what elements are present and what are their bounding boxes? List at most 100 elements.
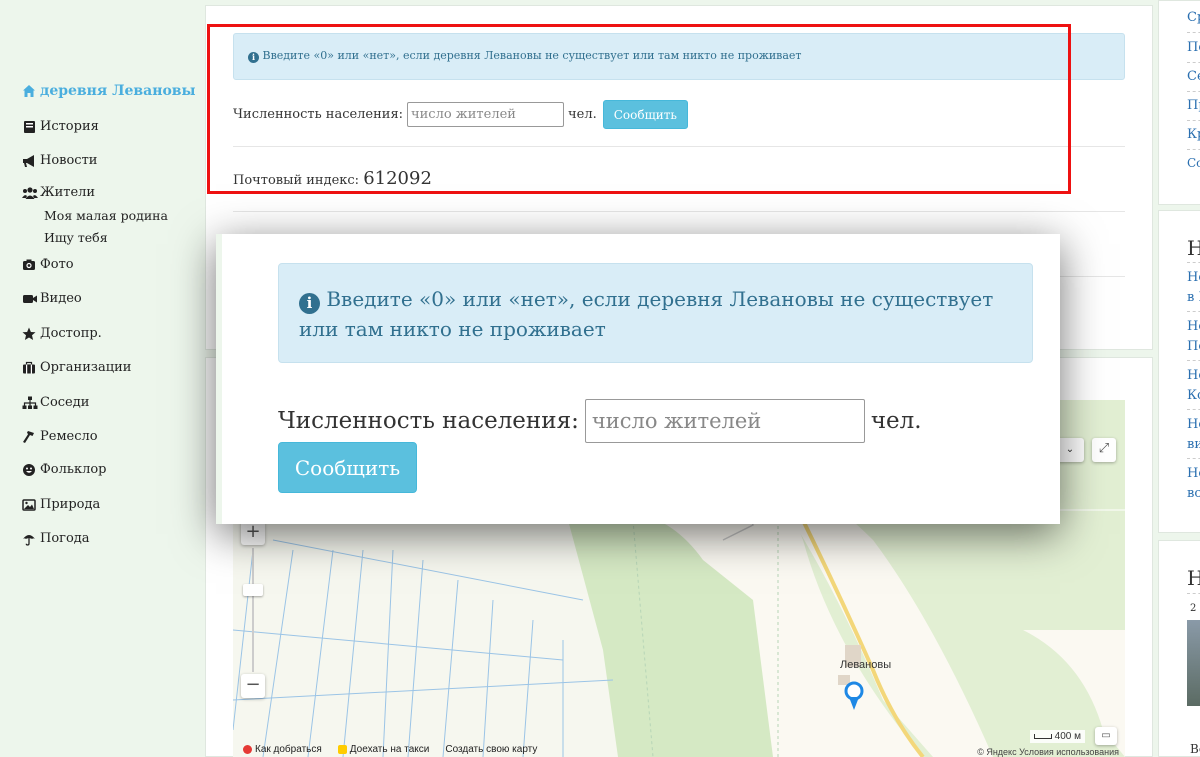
fullscreen-button[interactable]: ⤢ <box>1092 438 1116 462</box>
sidebar-item-label: Фото <box>40 257 74 272</box>
population-input[interactable] <box>584 399 865 443</box>
sidebar-item-neighbors[interactable]: Соседи <box>22 395 89 410</box>
sidebar-item-label: Соседи <box>40 395 90 410</box>
sidebar-item-nature[interactable]: Природа <box>22 497 100 512</box>
right-link[interactable]: Кр <box>1187 127 1200 142</box>
video-icon <box>22 292 37 306</box>
layers-dropdown[interactable]: ⌄ <box>1056 438 1084 462</box>
sidebar-item-label: Видео <box>40 291 82 306</box>
news-link[interactable]: Ко <box>1187 388 1200 403</box>
divider <box>1187 149 1200 150</box>
news-heading: Н <box>1187 236 1200 260</box>
news-link[interactable]: вс <box>1187 486 1200 501</box>
sidebar-item-news[interactable]: Новости <box>22 153 97 168</box>
village-label: Левановы <box>840 659 892 671</box>
route-link-label: Как добраться <box>255 743 322 755</box>
hammer-icon <box>22 430 36 444</box>
highlight-frame <box>207 24 1071 194</box>
zoom-slider-handle[interactable] <box>243 584 263 596</box>
umbrella-icon <box>22 532 36 546</box>
taxi-icon <box>337 744 347 754</box>
sidebar-subitem-looking-for-you[interactable]: Ищу тебя <box>44 230 108 245</box>
news-link[interactable]: Не <box>1187 368 1200 383</box>
right-link[interactable]: Пе <box>1187 40 1200 55</box>
grin-icon <box>22 463 36 477</box>
sidebar-item-residents[interactable]: Жители <box>22 185 95 200</box>
sidebar-item-crafts[interactable]: Ремесло <box>22 429 98 444</box>
photo-date: 2 <box>1190 603 1197 614</box>
sidebar-item-history[interactable]: История <box>22 119 99 134</box>
news-link[interactable]: Не <box>1187 417 1200 432</box>
zoomed-form-popup: i Введите «0» или «нет», если деревня Ле… <box>216 234 1060 524</box>
scale-label: 400 м <box>1054 731 1081 742</box>
zoom-out-button[interactable]: − <box>241 674 265 698</box>
divider <box>1187 62 1200 63</box>
divider <box>233 211 1125 212</box>
news-link[interactable]: ви <box>1187 437 1200 452</box>
right-link[interactable]: Пр <box>1187 98 1200 113</box>
news-link[interactable]: в Е <box>1187 290 1200 305</box>
sidebar-item-label: деревня Левановы <box>40 83 196 99</box>
news-link[interactable]: Не <box>1187 270 1200 285</box>
sitemap-icon <box>22 396 38 410</box>
news-link[interactable]: Пе <box>1187 339 1200 354</box>
sidebar-item-label: Новости <box>40 153 98 168</box>
ruler-icon[interactable]: ▭ <box>1095 727 1117 745</box>
create-map-link[interactable]: Создать свою карту <box>445 744 537 755</box>
right-link[interactable]: Сс <box>1187 156 1200 170</box>
sidebar-item-sights[interactable]: Достопр. <box>22 326 102 341</box>
info-alert-text: Введите «0» или «нет», если деревня Лева… <box>299 287 994 341</box>
sidebar-item-folklore[interactable]: Фольклор <box>22 462 107 477</box>
scale-bar: 400 м <box>1029 730 1085 743</box>
sidebar: деревня Левановы История Новости Жители … <box>0 0 200 757</box>
sidebar-item-label: Организации <box>40 360 132 375</box>
zoom-in-button[interactable]: + <box>241 521 265 545</box>
news-link[interactable]: Не <box>1187 319 1200 334</box>
divider <box>1187 311 1200 312</box>
population-label: Численность населения: <box>278 408 579 434</box>
divider <box>1187 120 1200 121</box>
divider <box>1187 91 1200 92</box>
map-pin-icon <box>243 744 252 754</box>
image-icon <box>22 498 36 512</box>
info-icon: i <box>299 292 320 314</box>
taxi-link[interactable]: Доехать на такси <box>337 744 429 755</box>
sidebar-item-video[interactable]: Видео <box>22 291 82 306</box>
users-icon <box>22 186 38 200</box>
star-icon <box>22 327 36 341</box>
map-copyright: © Яндекс Условия использования <box>977 747 1119 757</box>
sidebar-item-photo[interactable]: Фото <box>22 257 74 272</box>
photo-thumbnail[interactable] <box>1187 620 1200 706</box>
sidebar-item-home[interactable]: деревня Левановы <box>22 83 196 99</box>
briefcase-icon <box>22 361 36 375</box>
divider <box>1187 262 1200 263</box>
location-pin-icon[interactable] <box>843 680 865 716</box>
divider <box>1187 409 1200 410</box>
photo-caption: Вс <box>1190 742 1200 756</box>
bullhorn-icon <box>22 154 36 168</box>
sidebar-item-label: Ремесло <box>40 429 98 444</box>
submit-button[interactable]: Сообщить <box>278 442 417 493</box>
route-link[interactable]: Как добраться <box>243 744 322 755</box>
sidebar-item-organizations[interactable]: Организации <box>22 360 131 375</box>
sidebar-item-weather[interactable]: Погода <box>22 531 90 546</box>
camera-icon <box>22 258 36 272</box>
news-link[interactable]: Не <box>1187 466 1200 481</box>
map-footer: Как добраться Доехать на такси Создать с… <box>233 741 833 757</box>
sidebar-item-label: Достопр. <box>40 326 102 341</box>
sidebar-item-label: Жители <box>40 185 96 200</box>
book-icon <box>22 120 36 134</box>
home-icon <box>22 84 36 98</box>
population-unit: чел. <box>870 408 922 434</box>
divider <box>1187 32 1200 33</box>
sidebar-item-label: Природа <box>40 497 101 512</box>
sidebar-subitem-homeland[interactable]: Моя малая родина <box>44 208 168 223</box>
right-link[interactable]: Ср <box>1187 10 1200 25</box>
right-link[interactable]: Се <box>1187 69 1200 84</box>
divider <box>1187 458 1200 459</box>
photos-heading: Н <box>1187 566 1200 590</box>
zoom-slider-track[interactable] <box>252 548 254 672</box>
sidebar-item-label: История <box>40 119 99 134</box>
sidebar-item-label: Погода <box>40 531 90 546</box>
divider <box>1187 360 1200 361</box>
